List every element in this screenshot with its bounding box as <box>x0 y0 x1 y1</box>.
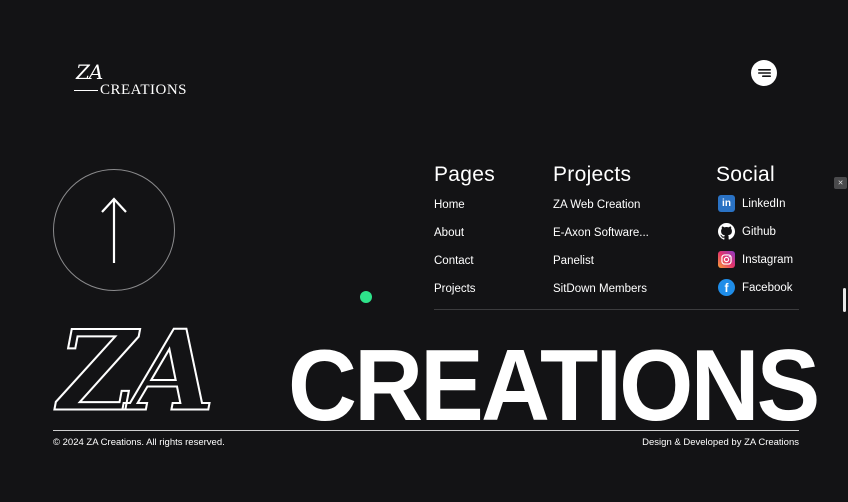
nav-link-about[interactable]: About <box>434 227 464 239</box>
social-label-github: Github <box>742 225 776 238</box>
social-label-linkedin: LinkedIn <box>742 197 786 210</box>
copyright-text: © 2024 ZA Creations. All rights reserved… <box>53 437 225 448</box>
footer-divider <box>434 309 799 310</box>
logo-divider <box>74 90 98 91</box>
projects-heading: Projects <box>553 163 632 186</box>
project-link-za-web-creation[interactable]: ZA Web Creation <box>553 199 640 211</box>
social-link-linkedin[interactable]: in LinkedIn <box>718 195 785 212</box>
hero-script-text: ZA <box>57 307 216 437</box>
nav-link-home[interactable]: Home <box>434 199 465 211</box>
logo-mark: ZA <box>76 60 103 84</box>
cursor-dot <box>360 291 372 303</box>
baseline-rule <box>53 430 799 431</box>
nav-link-projects[interactable]: Projects <box>434 283 476 295</box>
project-link-e-axon-software[interactable]: E-Axon Software... <box>553 227 649 239</box>
social-link-github[interactable]: Github <box>718 223 776 240</box>
social-label-facebook: Facebook <box>742 281 793 294</box>
project-link-panelist[interactable]: Panelist <box>553 255 594 267</box>
pages-heading: Pages <box>434 163 496 186</box>
arrow-up-icon <box>101 197 127 263</box>
project-link-sitdown-members[interactable]: SitDown Members <box>553 283 647 295</box>
social-link-facebook[interactable]: f Facebook <box>718 279 793 296</box>
side-widget-icon[interactable]: ✕ <box>834 177 847 189</box>
instagram-icon <box>718 251 735 268</box>
scroll-to-top-button[interactable] <box>53 169 175 291</box>
menu-button[interactable] <box>751 60 777 86</box>
linkedin-icon: in <box>718 195 735 212</box>
github-icon <box>718 223 735 240</box>
social-heading: Social <box>716 163 775 186</box>
menu-icon <box>757 69 771 77</box>
hero-block-text: CREATIONS <box>288 330 820 442</box>
nav-link-contact[interactable]: Contact <box>434 255 474 267</box>
social-label-instagram: Instagram <box>742 253 794 266</box>
facebook-icon: f <box>718 279 735 296</box>
credit-text: Design & Developed by ZA Creations <box>642 437 799 448</box>
scrollbar-thumb[interactable] <box>843 288 846 312</box>
social-link-instagram[interactable]: Instagram <box>718 251 793 268</box>
brand-logo[interactable]: ZA CREATIONS <box>74 60 188 100</box>
logo-wordmark: CREATIONS <box>100 82 188 98</box>
